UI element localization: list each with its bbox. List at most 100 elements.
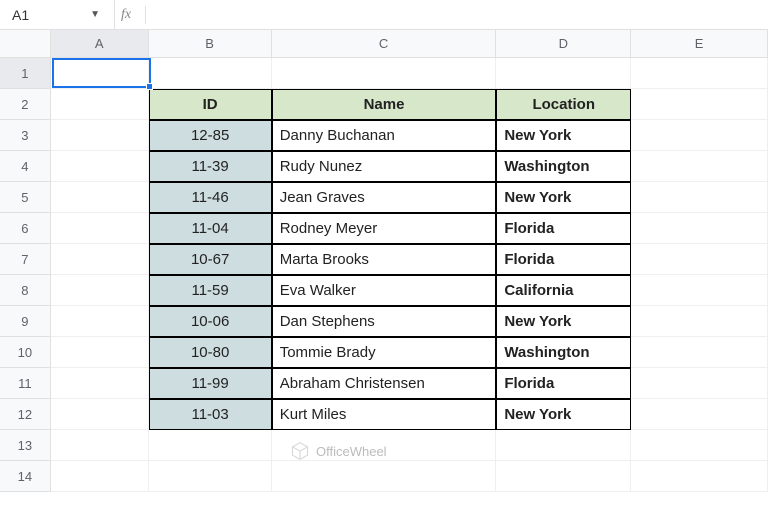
cell-E1[interactable] <box>631 58 768 89</box>
cell-A12[interactable] <box>51 399 149 430</box>
table-row[interactable]: Dan Stephens <box>272 306 497 337</box>
table-row[interactable]: Rodney Meyer <box>272 213 497 244</box>
row-header-5[interactable]: 5 <box>0 182 51 213</box>
table-row[interactable]: Kurt Miles <box>272 399 497 430</box>
table-row[interactable]: Washington <box>496 151 631 182</box>
cell-E7[interactable] <box>631 244 768 275</box>
cell-E11[interactable] <box>631 368 768 399</box>
table-row[interactable]: 12-85 <box>149 120 272 151</box>
table-row[interactable]: 11-39 <box>149 151 272 182</box>
table-row[interactable]: Marta Brooks <box>272 244 497 275</box>
row-header-2[interactable]: 2 <box>0 89 51 120</box>
cell-E5[interactable] <box>631 182 768 213</box>
table-row[interactable]: 10-67 <box>149 244 272 275</box>
row-header-4[interactable]: 4 <box>0 151 51 182</box>
row-header-13[interactable]: 13 <box>0 430 51 461</box>
row-header-7[interactable]: 7 <box>0 244 51 275</box>
name-box[interactable]: A1 ▼ <box>6 5 106 25</box>
cell-E9[interactable] <box>631 306 768 337</box>
cell-A3[interactable] <box>51 120 149 151</box>
table-row[interactable]: California <box>496 275 631 306</box>
cell-A10[interactable] <box>51 337 149 368</box>
row-header-8[interactable]: 8 <box>0 275 51 306</box>
cell-B13[interactable] <box>149 430 272 461</box>
cell-A7[interactable] <box>51 244 149 275</box>
cell-C1[interactable] <box>272 58 497 89</box>
cell-B1[interactable] <box>149 58 272 89</box>
table-row[interactable]: Florida <box>496 213 631 244</box>
row-header-11[interactable]: 11 <box>0 368 51 399</box>
cell-E4[interactable] <box>631 151 768 182</box>
table-row[interactable]: 11-04 <box>149 213 272 244</box>
table-row[interactable]: Rudy Nunez <box>272 151 497 182</box>
table-row[interactable]: New York <box>496 399 631 430</box>
table-row[interactable]: Florida <box>496 368 631 399</box>
cell-A8[interactable] <box>51 275 149 306</box>
cell-E12[interactable] <box>631 399 768 430</box>
table-row[interactable]: Tommie Brady <box>272 337 497 368</box>
cell-D13[interactable] <box>496 430 631 461</box>
table-row[interactable]: 11-99 <box>149 368 272 399</box>
cell-D1[interactable] <box>496 58 631 89</box>
table-row[interactable]: Washington <box>496 337 631 368</box>
column-header-A[interactable]: A <box>51 30 149 58</box>
table-row[interactable]: 10-80 <box>149 337 272 368</box>
column-header-C[interactable]: C <box>272 30 497 58</box>
row-header-14[interactable]: 14 <box>0 461 51 492</box>
cell-D14[interactable] <box>496 461 631 492</box>
row-header-6[interactable]: 6 <box>0 213 51 244</box>
table-row[interactable]: 11-03 <box>149 399 272 430</box>
cell-A9[interactable] <box>51 306 149 337</box>
cell-A13[interactable] <box>51 430 149 461</box>
cell-E2[interactable] <box>631 89 768 120</box>
table-row[interactable]: Abraham Christensen <box>272 368 497 399</box>
formula-bar: A1 ▼ fx <box>0 0 768 30</box>
column-header-B[interactable]: B <box>149 30 272 58</box>
select-all-corner[interactable] <box>0 30 51 58</box>
table-header-location[interactable]: Location <box>496 89 631 120</box>
cell-C14[interactable] <box>272 461 497 492</box>
table-header-id[interactable]: ID <box>149 89 272 120</box>
table-row[interactable]: Florida <box>496 244 631 275</box>
logo-icon <box>290 441 310 461</box>
name-box-value: A1 <box>12 7 29 23</box>
table-row[interactable]: New York <box>496 120 631 151</box>
table-row[interactable]: 11-59 <box>149 275 272 306</box>
cell-A1[interactable] <box>51 58 149 89</box>
cell-E10[interactable] <box>631 337 768 368</box>
cell-E6[interactable] <box>631 213 768 244</box>
table-row[interactable]: Eva Walker <box>272 275 497 306</box>
table-header-name[interactable]: Name <box>272 89 497 120</box>
cell-E8[interactable] <box>631 275 768 306</box>
cell-E13[interactable] <box>631 430 768 461</box>
cell-A11[interactable] <box>51 368 149 399</box>
table-row[interactable]: New York <box>496 182 631 213</box>
formula-input[interactable] <box>154 0 762 29</box>
row-header-3[interactable]: 3 <box>0 120 51 151</box>
cell-A2[interactable] <box>51 89 149 120</box>
cell-A4[interactable] <box>51 151 149 182</box>
row-header-10[interactable]: 10 <box>0 337 51 368</box>
watermark-text: OfficeWheel <box>316 444 387 459</box>
spreadsheet-grid[interactable]: A B C D E 1 2 ID Name Location 312-85Dan… <box>0 30 768 492</box>
table-row[interactable]: 11-46 <box>149 182 272 213</box>
chevron-down-icon: ▼ <box>90 9 100 20</box>
cell-B14[interactable] <box>149 461 272 492</box>
row-header-12[interactable]: 12 <box>0 399 51 430</box>
cell-A6[interactable] <box>51 213 149 244</box>
column-header-E[interactable]: E <box>631 30 768 58</box>
row-header-9[interactable]: 9 <box>0 306 51 337</box>
column-header-D[interactable]: D <box>496 30 631 58</box>
divider <box>145 6 146 24</box>
table-row[interactable]: New York <box>496 306 631 337</box>
table-row[interactable]: Jean Graves <box>272 182 497 213</box>
cell-E3[interactable] <box>631 120 768 151</box>
row-header-1[interactable]: 1 <box>0 58 51 89</box>
table-row[interactable]: Danny Buchanan <box>272 120 497 151</box>
watermark: OfficeWheel <box>290 441 387 461</box>
cell-E14[interactable] <box>631 461 768 492</box>
cell-A14[interactable] <box>51 461 149 492</box>
table-row[interactable]: 10-06 <box>149 306 272 337</box>
fx-icon: fx <box>114 0 137 29</box>
cell-A5[interactable] <box>51 182 149 213</box>
